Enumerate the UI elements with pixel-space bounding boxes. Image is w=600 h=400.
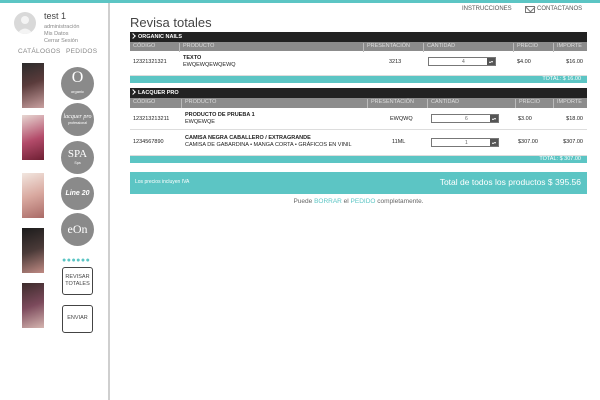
review-totals-button[interactable]: REVISAR TOTALES bbox=[62, 267, 93, 295]
catalog-thumb-4[interactable] bbox=[22, 228, 44, 273]
quantity-value: 4 bbox=[462, 59, 465, 65]
column-header-row: CÓDIGO PRODUCTO PRESENTACIÓN CANTIDAD PR… bbox=[130, 98, 587, 108]
grand-total-bar: Los precios incluyen IVA Total de todos … bbox=[130, 172, 587, 194]
col-quantity: CANTIDAD bbox=[428, 99, 516, 108]
section-lacquer-pro: LACQUER PRO CÓDIGO PRODUCTO PRESENTACIÓN… bbox=[130, 88, 587, 163]
brand-lacquer-label: lacquer pro bbox=[63, 114, 92, 120]
user-profile: test 1 administración Mis Datos Cerrar S… bbox=[10, 9, 110, 49]
cell-product: CAMISA NEGRA CABALLERO / EXTRAGRANDE bbox=[185, 135, 311, 141]
brand-lacquer-pro[interactable]: lacquer pro professional bbox=[61, 103, 94, 136]
admin-link[interactable]: administración bbox=[44, 24, 79, 30]
vat-note: Los precios incluyen IVA bbox=[135, 179, 190, 185]
grand-total: Total de todos los productos $ 395.56 bbox=[439, 177, 581, 187]
cell-desc: CAMISA DE GABARDINA • MANGA CORTA • GRÁF… bbox=[185, 142, 352, 148]
cell-presentation: 3213 bbox=[389, 59, 402, 65]
logout-link[interactable]: Cerrar Sesión bbox=[44, 38, 78, 44]
cell-code: 12321321321 bbox=[133, 59, 167, 65]
catalog-thumb-3[interactable] bbox=[22, 173, 44, 218]
stepper-icon[interactable]: ▴▾ bbox=[490, 115, 498, 122]
brand-spa-sub: Spa bbox=[74, 161, 81, 165]
section-name: LACQUER PRO bbox=[138, 90, 179, 96]
contact-link[interactable]: CONTACTANOS bbox=[537, 6, 582, 12]
msg-mid: el bbox=[341, 198, 351, 205]
quantity-value: 6 bbox=[465, 116, 468, 122]
catalog-thumb-1[interactable] bbox=[22, 63, 44, 108]
cell-desc: EWQEWQEWQEWQ bbox=[183, 62, 236, 68]
catalog-thumb-5[interactable] bbox=[22, 283, 44, 328]
carousel-dots[interactable]: ●●●●●● bbox=[62, 257, 90, 264]
delete-link[interactable]: BORRAR bbox=[314, 198, 342, 205]
delete-order-message: Puede BORRAR el PEDIDO completamente. bbox=[130, 198, 587, 205]
tab-orders[interactable]: PEDIDOS bbox=[66, 48, 97, 55]
cell-amount: $16.00 bbox=[566, 59, 583, 65]
section-total: TOTAL: $ 307.00 bbox=[130, 156, 587, 163]
sidebar: test 1 administración Mis Datos Cerrar S… bbox=[0, 3, 110, 400]
col-presentation: PRESENTACIÓN bbox=[368, 99, 428, 108]
brand-organic-sub: organic bbox=[70, 89, 85, 94]
tab-catalogs[interactable]: CATÁLOGOS bbox=[18, 48, 61, 55]
brand-organic-label: O bbox=[71, 69, 84, 86]
mail-icon[interactable] bbox=[525, 6, 535, 13]
table-row: 12321321321 TEXTO EWQEWQEWQEWQ 3213 4 ▴▾… bbox=[130, 51, 587, 76]
my-data-link[interactable]: Mis Datos bbox=[44, 31, 68, 37]
quantity-input[interactable]: 6 ▴▾ bbox=[431, 114, 499, 123]
cell-code: 1234567890 bbox=[133, 139, 164, 145]
cell-amount: $18.00 bbox=[566, 116, 583, 122]
catalog-thumb-2[interactable] bbox=[22, 115, 44, 160]
section-header: LACQUER PRO bbox=[130, 88, 587, 98]
brand-line20[interactable]: Line 20 bbox=[61, 177, 94, 210]
msg-pre: Puede bbox=[293, 198, 315, 205]
cell-amount: $307.00 bbox=[563, 139, 583, 145]
cell-presentation: 11ML bbox=[392, 139, 406, 145]
send-button[interactable]: ENVIAR bbox=[62, 305, 93, 333]
table-row: 1234567890 CAMISA NEGRA CABALLERO / EXTR… bbox=[130, 130, 587, 156]
username: test 1 bbox=[44, 11, 67, 21]
brand-line20-label: Line 20 bbox=[65, 190, 90, 197]
col-amount: IMPORTE bbox=[557, 99, 582, 105]
column-header-row: CÓDIGO PRODUCTO PRESENTACIÓN CANTIDAD PR… bbox=[130, 42, 587, 52]
quantity-input[interactable]: 1 ▴▾ bbox=[431, 138, 499, 147]
col-price: PRECIO bbox=[516, 99, 554, 108]
chevron-right-icon bbox=[130, 89, 136, 95]
brand-eon[interactable]: eOn bbox=[61, 213, 94, 246]
instructions-link[interactable]: INSTRUCCIONES bbox=[462, 6, 512, 12]
chevron-right-icon bbox=[130, 33, 136, 39]
stepper-icon[interactable]: ▴▾ bbox=[490, 139, 498, 146]
user-silhouette-icon bbox=[17, 16, 33, 34]
cell-price: $3.00 bbox=[518, 116, 532, 122]
col-code: CÓDIGO bbox=[130, 99, 182, 108]
section-header: ORGANIC NAILS bbox=[130, 32, 587, 42]
brand-organic[interactable]: O organic bbox=[61, 67, 94, 100]
cell-price: $4.00 bbox=[517, 59, 531, 65]
msg-post: completamente. bbox=[375, 198, 424, 205]
brand-lacquer-sub: professional bbox=[68, 121, 87, 125]
cell-code: 123213213211 bbox=[133, 116, 170, 122]
cell-desc: EWQEWQE bbox=[185, 119, 215, 125]
cell-product: TEXTO bbox=[183, 55, 202, 61]
quantity-input[interactable]: 4 ▴▾ bbox=[428, 57, 496, 66]
brand-spa[interactable]: SPA Spa bbox=[61, 141, 94, 174]
cell-price: $307.00 bbox=[518, 139, 538, 145]
avatar bbox=[14, 12, 36, 34]
col-product: PRODUCTO bbox=[182, 99, 368, 108]
cell-product: PRODUCTO DE PRUEBA 1 bbox=[185, 112, 255, 118]
section-name: ORGANIC NAILS bbox=[138, 34, 182, 40]
section-organic-nails: ORGANIC NAILS CÓDIGO PRODUCTO PRESENTACI… bbox=[130, 32, 587, 83]
stepper-icon[interactable]: ▴▾ bbox=[487, 58, 495, 65]
table-row: 123213213211 PRODUCTO DE PRUEBA 1 EWQEWQ… bbox=[130, 108, 587, 130]
cell-presentation: EWQWQ bbox=[390, 116, 413, 122]
section-total: TOTAL: $ 16.00 bbox=[130, 76, 587, 83]
order-link[interactable]: PEDIDO bbox=[351, 198, 376, 205]
page-title: Revisa totales bbox=[130, 15, 212, 30]
brand-spa-label: SPA bbox=[67, 148, 88, 160]
brand-eon-label: eOn bbox=[67, 222, 88, 236]
quantity-value: 1 bbox=[465, 140, 468, 146]
